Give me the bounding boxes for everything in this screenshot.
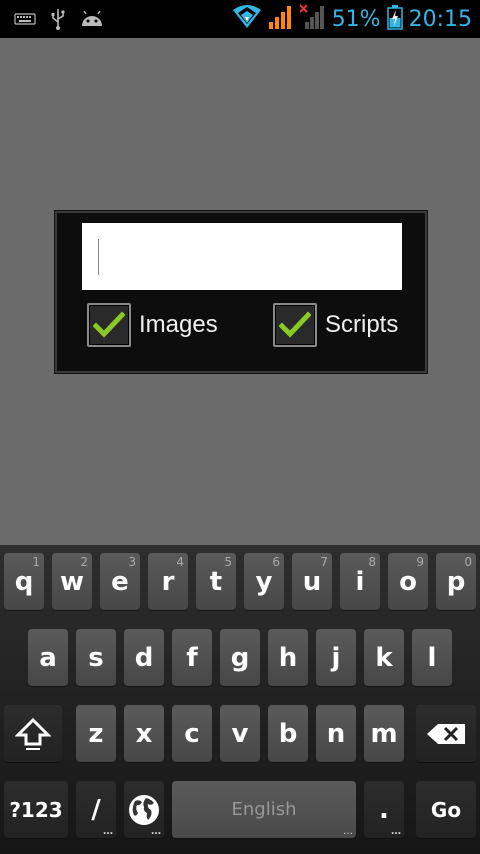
key-q[interactable]: q1 bbox=[4, 553, 44, 610]
slash-key[interactable]: /… bbox=[76, 781, 116, 838]
key-y[interactable]: y6 bbox=[244, 553, 284, 610]
key-label: q bbox=[14, 566, 34, 597]
scripts-option[interactable]: Scripts bbox=[273, 303, 398, 347]
key-hint: 1 bbox=[32, 555, 40, 569]
url-input[interactable] bbox=[82, 223, 402, 290]
key-g[interactable]: g bbox=[220, 629, 260, 686]
keyboard-icon bbox=[14, 12, 36, 31]
key-label: i bbox=[355, 566, 365, 597]
key-h[interactable]: h bbox=[268, 629, 308, 686]
url-dialog: Images Scripts bbox=[55, 211, 427, 373]
key-hint: 9 bbox=[416, 555, 424, 569]
key-label: . bbox=[379, 794, 389, 825]
usb-icon bbox=[50, 8, 66, 35]
more-keys-indicator: … bbox=[151, 826, 161, 837]
key-f[interactable]: f bbox=[172, 629, 212, 686]
soft-keyboard: q1 w2 e3 r4 t5 y6 u7 i8 o9 p0 a s d f g … bbox=[0, 545, 480, 854]
period-key[interactable]: .… bbox=[364, 781, 404, 838]
globe-icon bbox=[129, 794, 159, 825]
shift-arrow-icon bbox=[15, 717, 51, 750]
images-label: Images bbox=[139, 311, 218, 338]
key-j[interactable]: j bbox=[316, 629, 356, 686]
key-t[interactable]: t5 bbox=[196, 553, 236, 610]
clock: 20:15 bbox=[408, 6, 472, 32]
status-system: 51% 20:15 bbox=[232, 4, 472, 35]
key-l[interactable]: l bbox=[412, 629, 452, 686]
key-label: p bbox=[446, 566, 466, 597]
key-u[interactable]: u7 bbox=[292, 553, 332, 610]
key-label: / bbox=[91, 794, 101, 825]
key-hint: 4 bbox=[176, 555, 184, 569]
images-option[interactable]: Images bbox=[87, 303, 218, 347]
go-key[interactable]: Go bbox=[416, 781, 476, 838]
key-hint: 0 bbox=[464, 555, 472, 569]
key-x[interactable]: x bbox=[124, 705, 164, 762]
key-hint: 2 bbox=[80, 555, 88, 569]
more-keys-indicator: … bbox=[343, 826, 353, 837]
key-s[interactable]: s bbox=[76, 629, 116, 686]
key-hint: 3 bbox=[128, 555, 136, 569]
key-label: t bbox=[209, 566, 223, 597]
key-label: r bbox=[161, 566, 175, 597]
status-bar: 51% 20:15 bbox=[0, 0, 480, 38]
key-label: w bbox=[59, 566, 85, 597]
key-c[interactable]: c bbox=[172, 705, 212, 762]
key-hint: 8 bbox=[368, 555, 376, 569]
key-d[interactable]: d bbox=[124, 629, 164, 686]
more-keys-indicator: … bbox=[103, 826, 113, 837]
battery-percent: 51% bbox=[331, 6, 381, 32]
backspace-icon bbox=[427, 723, 465, 744]
wifi-icon bbox=[232, 4, 262, 35]
text-cursor bbox=[98, 239, 99, 275]
key-w[interactable]: w2 bbox=[52, 553, 92, 610]
key-p[interactable]: p0 bbox=[436, 553, 476, 610]
images-checkbox[interactable] bbox=[87, 303, 131, 347]
key-hint: 6 bbox=[272, 555, 280, 569]
key-label: u bbox=[302, 566, 322, 597]
key-r[interactable]: r4 bbox=[148, 553, 188, 610]
signal-orange-icon bbox=[268, 4, 294, 35]
language-key[interactable]: … bbox=[124, 781, 164, 838]
more-keys-indicator: … bbox=[391, 826, 401, 837]
shift-key[interactable] bbox=[4, 705, 62, 762]
key-hint: 5 bbox=[224, 555, 232, 569]
backspace-key[interactable] bbox=[416, 705, 476, 762]
key-n[interactable]: n bbox=[316, 705, 356, 762]
signal-no-service-icon bbox=[298, 4, 326, 35]
scripts-label: Scripts bbox=[325, 311, 399, 338]
checkmark-icon bbox=[93, 311, 125, 338]
key-k[interactable]: k bbox=[364, 629, 404, 686]
key-o[interactable]: o9 bbox=[388, 553, 428, 610]
status-notifications bbox=[14, 8, 104, 35]
battery-charging-icon bbox=[386, 4, 403, 35]
key-i[interactable]: i8 bbox=[340, 553, 380, 610]
android-debug-icon bbox=[80, 10, 104, 33]
key-m[interactable]: m bbox=[364, 705, 404, 762]
symbols-key[interactable]: ?123 bbox=[4, 781, 68, 838]
checkmark-icon bbox=[279, 311, 311, 338]
key-label: o bbox=[399, 566, 417, 597]
key-z[interactable]: z bbox=[76, 705, 116, 762]
key-a[interactable]: a bbox=[28, 629, 68, 686]
space-language-label: English bbox=[231, 799, 297, 820]
key-label: y bbox=[255, 566, 273, 597]
space-bar[interactable]: English … bbox=[172, 781, 356, 838]
scripts-checkbox[interactable] bbox=[273, 303, 317, 347]
key-e[interactable]: e3 bbox=[100, 553, 140, 610]
key-v[interactable]: v bbox=[220, 705, 260, 762]
key-hint: 7 bbox=[320, 555, 328, 569]
key-b[interactable]: b bbox=[268, 705, 308, 762]
key-label: e bbox=[111, 566, 129, 597]
